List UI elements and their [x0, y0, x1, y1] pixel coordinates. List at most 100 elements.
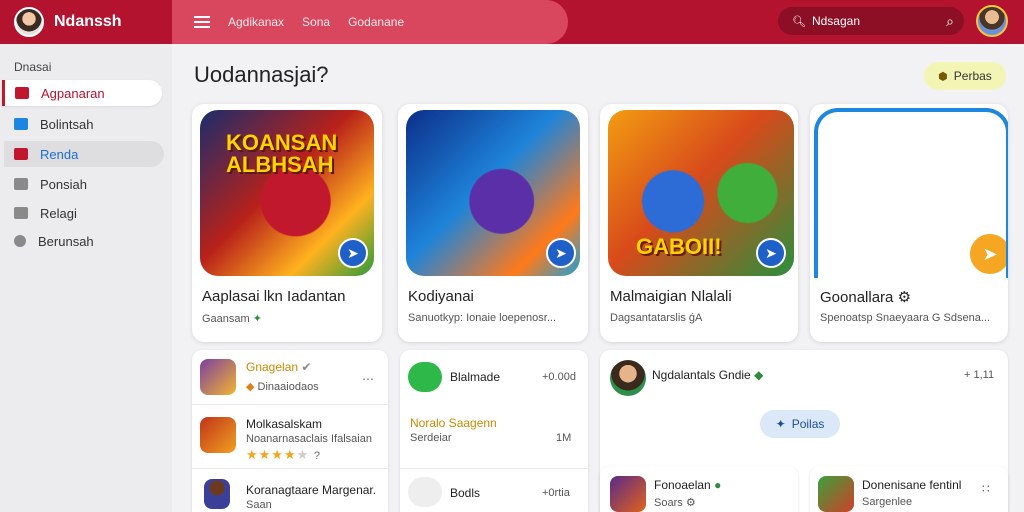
sidebar-item-label: Renda — [40, 146, 79, 162]
install-icon[interactable]: ➤ — [756, 238, 786, 268]
artwork-title: KOANSAN ALBHSAH — [226, 130, 338, 177]
list-item-subtitle: ◆ Dinaaiodaos — [246, 381, 319, 393]
app-thumbnail — [408, 477, 442, 507]
list-item-value: +0rtia — [542, 487, 570, 499]
grid-menu-icon[interactable]: ∷ — [982, 482, 991, 496]
list-item-subtitle: Sargenlee — [862, 496, 913, 508]
list-item[interactable]: Koranagtaare Margenar. Saan — [192, 468, 388, 512]
nav-bar: Agdikanax Sona Godanane — [172, 0, 568, 44]
poilas-button-label: Poilas — [791, 417, 825, 431]
install-icon[interactable]: ➤ — [338, 238, 368, 268]
panel-header-value: + 1,11 — [964, 369, 995, 381]
featured-card-3[interactable]: GABOII! ➤ Malmaigian Nlalali Dagsantatar… — [600, 104, 798, 342]
user-avatar[interactable] — [976, 5, 1008, 37]
list-item-title: Blalmade — [450, 370, 501, 384]
file-icon — [14, 178, 28, 190]
menu-icon[interactable] — [194, 16, 210, 28]
list-item-subtitle: Serdeiar — [410, 432, 452, 444]
page-title: Uodannasjai? — [194, 62, 329, 87]
nav-link-3[interactable]: Godanane — [348, 15, 404, 29]
list-item[interactable]: Molkasalskam Noanarnasaclais Ifalsaian ★… — [192, 404, 388, 468]
card-title: Aaplasai lkn Iadantan — [202, 288, 346, 305]
poilas-button[interactable]: ✦ Poilas — [760, 410, 840, 438]
sidebar-item-2[interactable]: Bolintsah — [4, 111, 164, 137]
card-subtitle: Spenoatsp Snaeyaara G Sdsena... — [820, 312, 991, 324]
sidebar-item-1[interactable]: Agpanaran — [2, 80, 162, 106]
check-icon: ✔ — [301, 360, 312, 374]
search-input[interactable]: 🔍︎ Ndsagan ⌕ — [778, 7, 964, 35]
list-item-title: Gnagelan ✔ — [246, 360, 312, 374]
brand[interactable]: Ndanssh — [0, 0, 172, 44]
featured-card-1[interactable]: KOANSAN ALBHSAH ➤ Aaplasai lkn Iadantan … — [192, 104, 382, 342]
panel-header-title: Ngdalantals Gndie ◆ — [652, 368, 764, 382]
list-item[interactable]: Noralo Saagenn Serdeiar 1M — [400, 404, 588, 468]
app-thumbnail — [204, 479, 230, 509]
sidebar-item-4[interactable]: Ponsiah — [4, 171, 164, 197]
verified-icon: ✦ — [252, 313, 262, 325]
app-thumbnail — [200, 359, 236, 395]
list-item[interactable]: Fonoaelan ● Soars ⚙ — [600, 466, 798, 512]
settings-icon: ⚙ — [685, 497, 696, 509]
install-icon[interactable]: ➤ — [546, 238, 576, 268]
verified-icon: ◆ — [754, 368, 764, 382]
card-title: Malmaigian Nlalali — [610, 288, 732, 305]
list-item[interactable]: Blalmade +0.00d — [400, 350, 588, 404]
user-avatar — [610, 360, 646, 396]
list-item-title: Donenisane fentinl — [862, 478, 962, 492]
sidebar-item-6[interactable]: Berunsah — [4, 228, 164, 254]
tag-icon: ◆ — [246, 381, 255, 393]
sidebar-heading: Dnasai — [14, 60, 52, 74]
top-bar: Ndanssh Agdikanax Sona Godanane 🔍︎ Ndsag… — [0, 0, 1024, 44]
featured-card-2[interactable]: ➤ Kodiyanai Sanuotkyp: Ionaie loepenosr.… — [398, 104, 588, 342]
sidebar-item-label: Agpanaran — [41, 85, 105, 101]
badge-icon: ⬢ — [938, 70, 948, 83]
game-artwork: KOANSAN ALBHSAH ➤ — [200, 110, 374, 276]
sidebar-item-3[interactable]: Renda — [4, 141, 164, 167]
settings-icon: ⚙ — [897, 289, 912, 306]
card-title: Goonallara ⚙ — [820, 289, 912, 306]
brand-name: Ndanssh — [54, 13, 122, 30]
card-subtitle: Sanuotkyp: Ionaie loepenosr... — [408, 312, 556, 324]
sidebar-item-label: Bolintsah — [40, 116, 94, 132]
featured-card-4[interactable]: ➤ Goonallara ⚙ Spenoatsp Snaeyaara G Sds… — [810, 104, 1008, 342]
card-subtitle: Gaansam ✦ — [202, 313, 262, 325]
list-item-subtitle: Saan — [246, 499, 272, 511]
store-icon — [15, 87, 29, 99]
install-icon[interactable]: ➤ — [968, 232, 1006, 276]
app-thumbnail — [818, 476, 854, 512]
sidebar-item-label: Ponsiah — [40, 176, 87, 192]
sidebar-item-label: Relagi — [40, 205, 77, 221]
image-icon — [14, 207, 28, 219]
list-item-title: Molkasalskam — [246, 417, 323, 431]
search-icon: 🔍︎ — [792, 15, 806, 28]
game-artwork: GABOII! ➤ — [608, 110, 794, 276]
perbas-button[interactable]: ⬢ Perbas — [924, 62, 1006, 90]
list-panel-middle: Blalmade +0.00d Noralo Saagenn Serdeiar … — [400, 350, 588, 512]
nav-link-1[interactable]: Agdikanax — [228, 15, 284, 29]
list-item-value: 1M — [556, 432, 572, 444]
card-title: Kodiyanai — [408, 288, 474, 305]
sidebar-item-label: Berunsah — [38, 233, 94, 249]
settings-icon — [14, 235, 26, 247]
list-item[interactable]: Donenisane fentinl Sargenlee ∷ — [810, 466, 1008, 512]
list-item[interactable]: Gnagelan ✔ ◆ Dinaaiodaos ⋯ — [192, 350, 388, 404]
list-item-subtitle: Noanarnasaclais Ifalsaian — [246, 433, 372, 445]
list-item[interactable]: Bodls +0rtia — [400, 468, 588, 512]
check-icon: ● — [714, 478, 722, 492]
list-item-value: +0.00d — [542, 371, 576, 383]
list-panel-left: Gnagelan ✔ ◆ Dinaaiodaos ⋯ Molkasalskam … — [192, 350, 388, 512]
card-subtitle: Dagsantatarslis ǵA — [610, 312, 703, 324]
sidebar-item-5[interactable]: Relagi — [4, 200, 164, 226]
app-avatar — [14, 7, 44, 37]
game-artwork: ➤ — [406, 110, 580, 276]
nav-link-2[interactable]: Sona — [302, 15, 330, 29]
search-value: Ndsagan — [811, 14, 861, 28]
list-item-title: Bodls — [450, 486, 481, 500]
search-submit-icon[interactable]: ⌕ — [946, 13, 954, 30]
pin-icon: ✦ — [775, 417, 786, 431]
artwork-title: GABOII! — [636, 234, 722, 259]
folder-icon — [14, 118, 28, 130]
list-item-title: Fonoaelan ● — [654, 478, 722, 492]
app-thumbnail — [610, 476, 646, 512]
more-icon[interactable]: ⋯ — [362, 372, 375, 386]
